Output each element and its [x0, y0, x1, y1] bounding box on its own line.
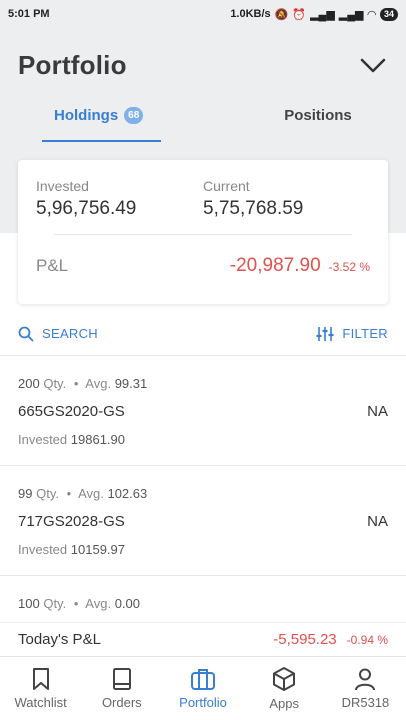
holding-invested: 19861.90: [70, 432, 126, 447]
summary-divider: [54, 234, 352, 235]
holdings-count-badge: 68: [124, 106, 144, 124]
nav-account[interactable]: DR5318: [325, 657, 406, 720]
holding-status: NA: [367, 513, 388, 530]
holdings-toolbar: SEARCH FILTER: [0, 312, 406, 356]
search-button[interactable]: SEARCH: [18, 326, 98, 342]
summary-card: Invested 5,96,756.49 Current 5,75,768.59…: [18, 160, 388, 304]
briefcase-icon: [191, 669, 215, 690]
holding-invested-label: Invested: [18, 432, 68, 447]
current-label: Current: [203, 178, 250, 194]
wifi-icon: ◠: [367, 8, 376, 21]
holding-symbol: 717GS2028-GS: [18, 513, 125, 530]
holding-avg: 0.00: [114, 596, 141, 611]
nav-apps[interactable]: Apps: [244, 657, 325, 720]
pnl-label: P&L: [36, 256, 69, 275]
filter-label: FILTER: [342, 326, 388, 341]
bookmark-icon: [32, 668, 49, 690]
holding-row[interactable]: 200 Qty. • Avg. 99.31 665GS2020-GS NA In…: [0, 356, 406, 466]
holding-row[interactable]: 99 Qty. • Avg. 102.63 717GS2028-GS NA In…: [0, 466, 406, 576]
nav-orders-label: Orders: [101, 695, 142, 710]
holding-avg: 102.63: [107, 486, 148, 501]
tab-positions[interactable]: Positions: [230, 88, 406, 142]
holding-invested-label: Invested: [18, 542, 68, 557]
current-value: 5,75,768.59: [203, 198, 304, 219]
invested-label: Invested: [36, 178, 89, 194]
signal-icon: ▂▄▆: [310, 8, 335, 21]
todays-pnl-label: Today's P&L: [18, 631, 101, 648]
holding-avg-label: Avg.: [78, 486, 104, 501]
holding-avg: 99.31: [114, 376, 148, 391]
status-indicators: 1.0KB/s 🔕 ⏰ ▂▄▆ ▂▄▆ ◠ 34: [230, 7, 398, 21]
holding-qty: 200: [18, 376, 40, 391]
holding-symbol: 665GS2020-GS: [18, 403, 125, 420]
tab-holdings[interactable]: Holdings 68: [0, 88, 230, 142]
pnl-value: -20,987.90: [229, 255, 321, 276]
alarm-icon: ⏰: [292, 8, 307, 21]
holding-qty: 100: [18, 596, 40, 611]
holding-avg-label: Avg.: [85, 376, 112, 391]
cube-icon: [273, 667, 296, 691]
status-time: 5:01 PM: [8, 8, 50, 20]
nav-account-label: DR5318: [341, 695, 390, 710]
nav-portfolio-label: Portfolio: [179, 695, 227, 710]
holding-qty-label: Qty.: [43, 596, 67, 611]
book-icon: [112, 668, 131, 690]
nav-portfolio[interactable]: Portfolio: [162, 657, 243, 720]
page-title: Portfolio: [18, 50, 127, 80]
filter-icon: [316, 326, 334, 341]
mute-icon: 🔕: [274, 8, 289, 21]
chevron-down-icon[interactable]: [358, 51, 388, 81]
network-speed: 1.0KB/s: [230, 8, 271, 20]
tab-positions-label: Positions: [284, 106, 352, 124]
todays-pnl-bar: Today's P&L -5,595.23 -0.94 %: [0, 622, 406, 656]
holding-qty-label: Qty.: [36, 486, 59, 501]
todays-pnl-percent: -0.94 %: [346, 633, 388, 647]
filter-button[interactable]: FILTER: [316, 326, 388, 342]
status-bar: 5:01 PM 1.0KB/s 🔕 ⏰ ▂▄▆ ▂▄▆ ◠ 34: [0, 0, 406, 28]
pnl-percent: -3.52 %: [328, 260, 370, 274]
nav-apps-label: Apps: [269, 696, 300, 711]
nav-watchlist-label: Watchlist: [14, 695, 67, 710]
holding-avg-label: Avg.: [85, 596, 112, 611]
search-label: SEARCH: [42, 326, 98, 341]
signal-icon-2: ▂▄▆: [338, 8, 364, 21]
holding-qty-label: Qty.: [43, 376, 67, 391]
tab-bar: Holdings 68 Positions: [0, 88, 406, 142]
search-icon: [18, 326, 34, 341]
holding-status: NA: [367, 403, 388, 420]
holding-qty: 99: [18, 486, 33, 501]
todays-pnl-value: -5,595.23: [273, 631, 337, 648]
bottom-nav: Watchlist Orders Portfolio Apps DR5318: [0, 656, 406, 720]
battery-icon: 34: [379, 7, 398, 21]
nav-orders[interactable]: Orders: [81, 657, 162, 720]
user-icon: [355, 668, 376, 691]
header: Portfolio: [0, 28, 406, 88]
holding-invested: 10159.97: [70, 542, 126, 557]
tab-holdings-label: Holdings: [54, 106, 119, 124]
invested-value: 5,96,756.49: [36, 198, 137, 219]
nav-watchlist[interactable]: Watchlist: [0, 657, 81, 720]
